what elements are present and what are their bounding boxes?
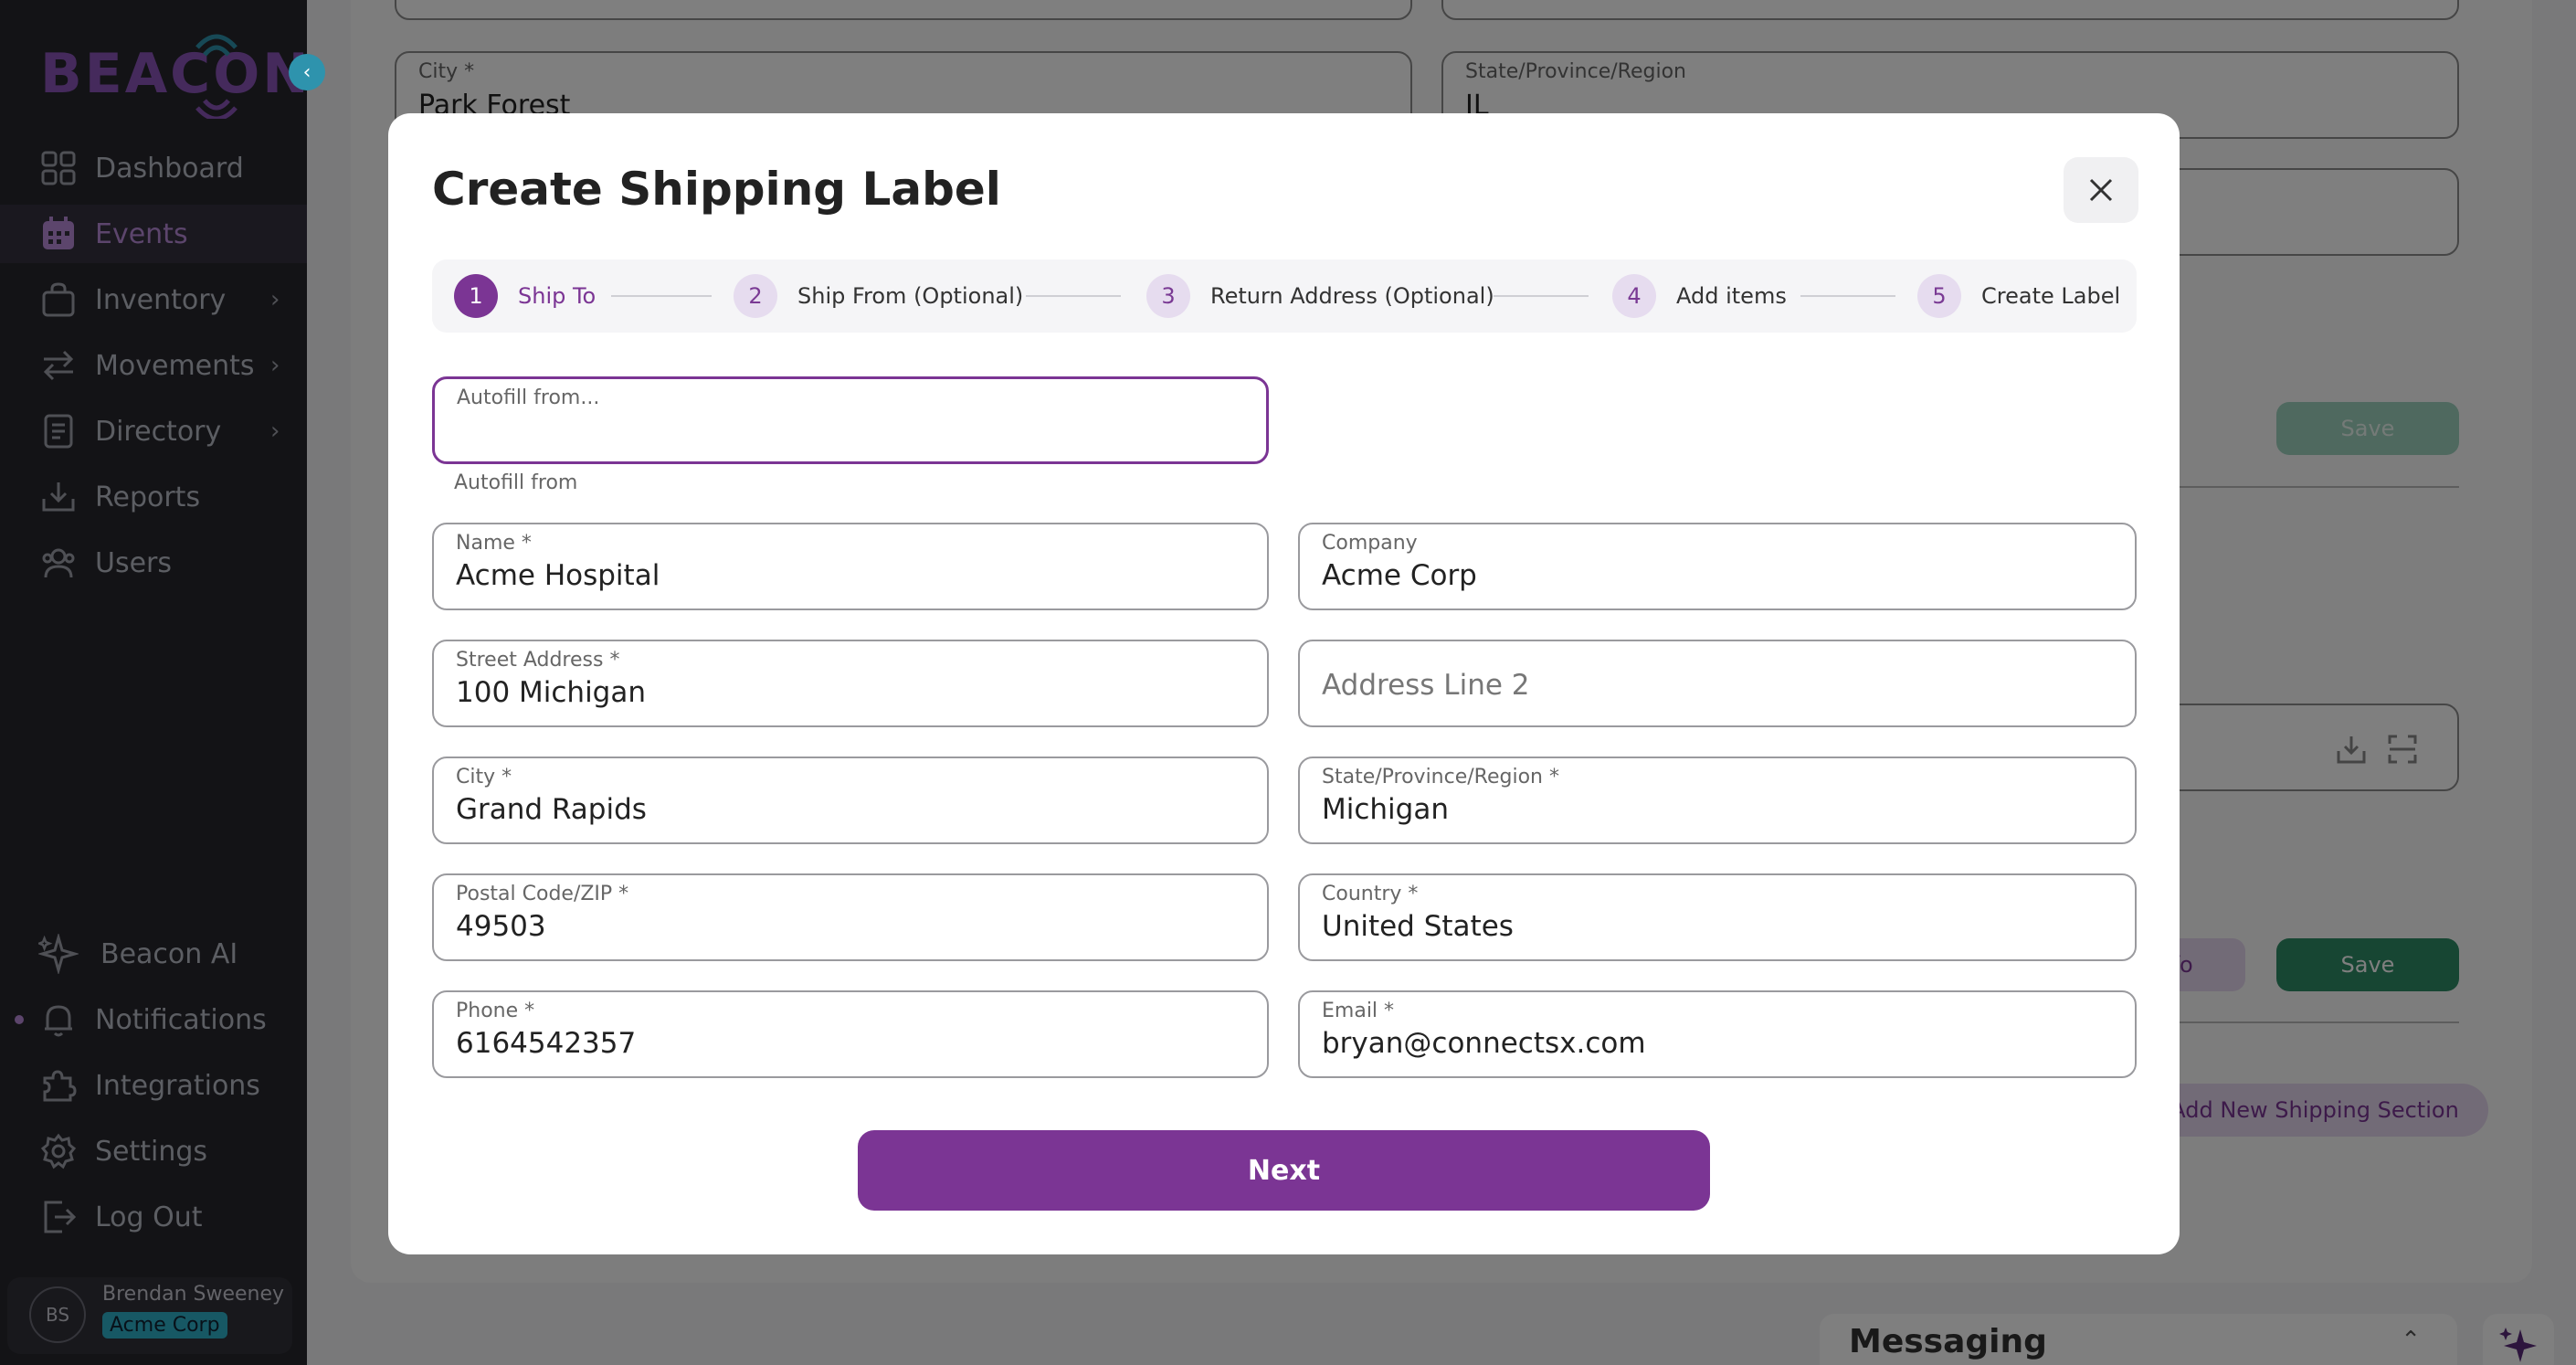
step-number: 4 (1612, 274, 1656, 318)
field-label: Street Address * (456, 649, 620, 672)
field-label: City * (456, 766, 512, 788)
step-connector (1026, 295, 1121, 297)
step-connector (611, 295, 712, 297)
company-field[interactable]: Company Acme Corp (1298, 523, 2137, 610)
field-value: 49503 (456, 910, 546, 943)
field-label: Email * (1322, 1000, 1395, 1022)
country-field[interactable]: Country * United States (1298, 873, 2137, 961)
field-label: Country * (1322, 883, 1419, 905)
field-value: Grand Rapids (456, 793, 647, 826)
close-icon (2089, 178, 2113, 202)
autofill-input[interactable]: Autofill from... (432, 376, 1269, 464)
step-create-label[interactable]: 5 Create Label (1917, 259, 2120, 333)
step-label: Ship To (518, 283, 596, 309)
field-value: United States (1322, 910, 1514, 943)
field-label: Autofill from... (457, 386, 600, 409)
step-ship-to[interactable]: 1 Ship To (454, 259, 596, 333)
state-field[interactable]: State/Province/Region * Michigan (1298, 757, 2137, 844)
close-button[interactable] (2064, 157, 2138, 223)
collapse-sidebar-button[interactable]: ‹ (289, 54, 325, 90)
field-value: 100 Michigan (456, 676, 647, 709)
field-placeholder: Address Line 2 (1322, 669, 1530, 702)
step-label: Add items (1676, 283, 1787, 309)
step-number: 5 (1917, 274, 1961, 318)
field-value: Acme Corp (1322, 559, 1477, 592)
step-return-address[interactable]: 3 Return Address (Optional) (1146, 259, 1494, 333)
field-label: Phone * (456, 1000, 535, 1022)
email-field[interactable]: Email * bryan@connectsx.com (1298, 990, 2137, 1078)
next-button[interactable]: Next (858, 1130, 1710, 1211)
autofill-helper-text: Autofill from (454, 471, 578, 494)
dialog-title: Create Shipping Label (432, 163, 1001, 216)
address-line-2-field[interactable]: Address Line 2 (1298, 640, 2137, 727)
phone-field[interactable]: Phone * 6164542357 (432, 990, 1269, 1078)
step-label: Ship From (Optional) (797, 283, 1024, 309)
step-label: Return Address (Optional) (1210, 283, 1494, 309)
field-value: Michigan (1322, 793, 1449, 826)
step-indicator: 1 Ship To 2 Ship From (Optional) 3 Retur… (432, 259, 2137, 333)
name-field[interactable]: Name * Acme Hospital (432, 523, 1269, 610)
street-address-field[interactable]: Street Address * 100 Michigan (432, 640, 1269, 727)
field-label: Name * (456, 532, 532, 555)
step-number: 1 (454, 274, 498, 318)
create-shipping-label-dialog: Create Shipping Label 1 Ship To 2 Ship F… (388, 113, 2180, 1254)
step-add-items[interactable]: 4 Add items (1612, 259, 1787, 333)
field-value: bryan@connectsx.com (1322, 1027, 1646, 1060)
field-label: State/Province/Region * (1322, 766, 1559, 788)
step-connector (1800, 295, 1895, 297)
postal-code-field[interactable]: Postal Code/ZIP * 49503 (432, 873, 1269, 961)
field-label: Postal Code/ZIP * (456, 883, 629, 905)
step-connector (1494, 295, 1589, 297)
field-value: 6164542357 (456, 1027, 637, 1060)
step-number: 3 (1146, 274, 1190, 318)
step-label: Create Label (1981, 283, 2121, 309)
field-value: Acme Hospital (456, 559, 660, 592)
city-field[interactable]: City * Grand Rapids (432, 757, 1269, 844)
step-number: 2 (734, 274, 777, 318)
step-ship-from[interactable]: 2 Ship From (Optional) (734, 259, 1023, 333)
field-label: Company (1322, 532, 1418, 555)
